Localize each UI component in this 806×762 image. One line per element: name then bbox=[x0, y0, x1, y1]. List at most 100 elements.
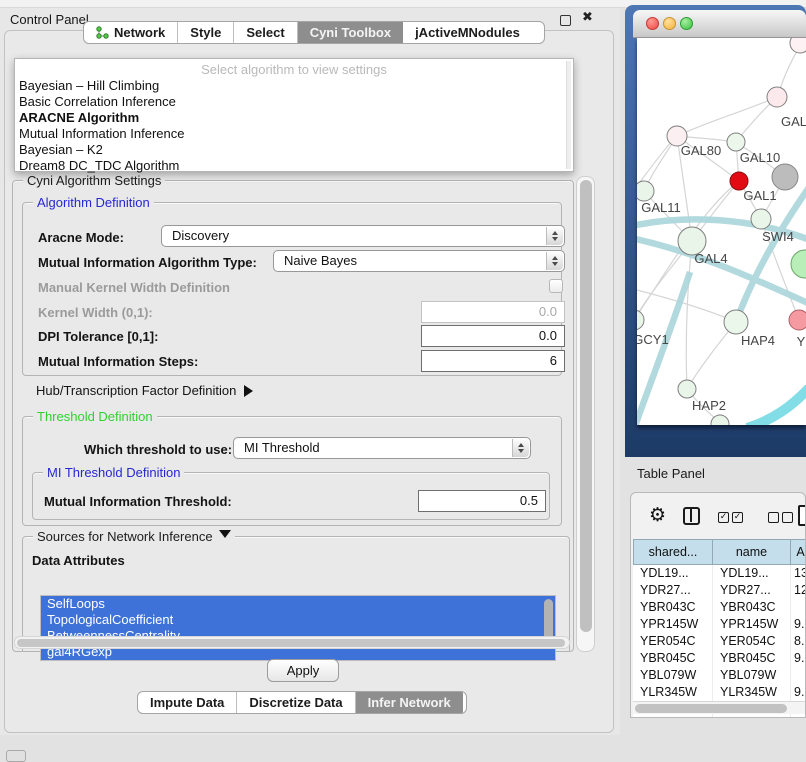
bottom-tabs: Impute Data Discretize Data Infer Networ… bbox=[137, 691, 467, 714]
zoom-traffic-light[interactable] bbox=[680, 17, 693, 30]
node-gal-partial[interactable] bbox=[767, 87, 787, 107]
node-label: GAL bbox=[781, 114, 806, 129]
node-gcy1[interactable] bbox=[637, 310, 644, 330]
tab-impute-data[interactable]: Impute Data bbox=[138, 692, 237, 713]
screen: Control Panel ✖ Network Style Select Cyn… bbox=[0, 0, 806, 762]
dpi-tolerance-label: DPI Tolerance [0,1]: bbox=[38, 329, 158, 344]
attribute-item[interactable]: TopologicalCoefficient bbox=[41, 612, 555, 628]
network-view-window: GAL GAL80 GAL10 GAL1 GAL11 SWI4 GAL4 GCY… bbox=[625, 5, 806, 457]
network-window-titlebar[interactable] bbox=[633, 10, 806, 38]
popup-scrollbar[interactable] bbox=[566, 61, 571, 169]
which-threshold-combo[interactable]: MI Threshold bbox=[233, 437, 531, 459]
column-header[interactable]: A bbox=[791, 539, 806, 565]
algorithm-option[interactable]: Bayesian – K2 bbox=[15, 142, 573, 158]
float-window-icon[interactable] bbox=[560, 15, 571, 26]
mi-threshold-field[interactable]: 0.5 bbox=[418, 490, 546, 512]
apply-button[interactable]: Apply bbox=[267, 659, 339, 682]
table-row[interactable]: YDR27...YDR27...12 bbox=[633, 582, 806, 599]
node-hap2[interactable] bbox=[678, 380, 696, 398]
node-label: Y bbox=[797, 334, 806, 349]
node-label: GCY1 bbox=[637, 332, 669, 347]
table-horizontal-scrollbar[interactable] bbox=[633, 701, 805, 714]
table-panel-header: Table Panel bbox=[625, 460, 806, 488]
settings-vertical-scrollbar[interactable] bbox=[576, 176, 595, 652]
unchecked-checkbox-icon[interactable] bbox=[782, 512, 793, 523]
network-icon bbox=[96, 26, 109, 39]
control-panel-tabs: Network Style Select Cyni Toolbox jActiv… bbox=[83, 21, 545, 44]
tab-discretize-data[interactable]: Discretize Data bbox=[237, 692, 355, 713]
node-label: SWI4 bbox=[762, 229, 794, 244]
node-green-partial[interactable] bbox=[791, 250, 806, 278]
node-hap4[interactable] bbox=[724, 310, 748, 334]
mi-steps-label: Mutual Information Steps: bbox=[38, 354, 198, 369]
checked-checkbox-icon[interactable]: ✓ bbox=[732, 512, 743, 523]
close-traffic-light[interactable] bbox=[646, 17, 659, 30]
document-icon[interactable] bbox=[798, 505, 806, 526]
node[interactable] bbox=[790, 38, 806, 53]
mi-threshold-label: Mutual Information Threshold: bbox=[44, 494, 232, 509]
unchecked-checkbox-icon[interactable] bbox=[768, 512, 779, 523]
algorithm-option[interactable]: Mutual Information Inference bbox=[15, 126, 573, 142]
which-threshold-label: Which threshold to use: bbox=[84, 442, 232, 457]
node-label: HAP2 bbox=[692, 398, 726, 413]
table-row[interactable]: YBR045CYBR045C9. bbox=[633, 650, 806, 667]
attribute-table: shared... name A YDL19...YDL19...13 YDR2… bbox=[633, 539, 806, 718]
tab-infer-network[interactable]: Infer Network bbox=[356, 692, 463, 713]
network-graph: GAL GAL80 GAL10 GAL1 GAL11 SWI4 GAL4 GCY… bbox=[637, 38, 806, 425]
tab-jactivemnodules[interactable]: jActiveMNodules bbox=[403, 22, 532, 43]
data-attributes-label: Data Attributes bbox=[32, 553, 125, 568]
control-panel-title: Control Panel bbox=[10, 12, 89, 27]
mi-steps-field[interactable]: 6 bbox=[421, 350, 565, 372]
node-label: GAL1 bbox=[743, 188, 776, 203]
dpi-tolerance-field[interactable]: 0.0 bbox=[421, 325, 565, 347]
split-pane-icon[interactable] bbox=[683, 507, 700, 525]
network-canvas[interactable]: GAL GAL80 GAL10 GAL1 GAL11 SWI4 GAL4 GCY… bbox=[637, 38, 806, 425]
settings-horizontal-scrollbar[interactable] bbox=[14, 636, 570, 649]
algorithm-option[interactable]: Basic Correlation Inference bbox=[15, 94, 573, 110]
tab-cyni-toolbox[interactable]: Cyni Toolbox bbox=[298, 22, 403, 43]
node-gal11[interactable] bbox=[637, 181, 654, 201]
sources-group-title[interactable]: Sources for Network Inference bbox=[33, 529, 235, 544]
manual-kernel-label: Manual Kernel Width Definition bbox=[38, 280, 230, 295]
table-row[interactable]: YBL079WYBL079W bbox=[633, 667, 806, 684]
table-row[interactable]: YLR345WYLR345W9. bbox=[633, 684, 806, 701]
column-header[interactable]: name bbox=[713, 539, 791, 565]
cyni-algorithm-settings-title: Cyni Algorithm Settings bbox=[23, 173, 165, 188]
combo-arrows-icon bbox=[546, 252, 563, 270]
node-gal10[interactable] bbox=[727, 133, 745, 151]
table-row[interactable]: YDL19...YDL19...13 bbox=[633, 565, 806, 582]
algorithm-definition-title: Algorithm Definition bbox=[33, 195, 154, 210]
attributes-scrollbar[interactable] bbox=[543, 598, 554, 658]
minimize-traffic-light[interactable] bbox=[663, 17, 676, 30]
node-label: GAL4 bbox=[694, 251, 727, 266]
tab-network[interactable]: Network bbox=[84, 22, 178, 43]
node-swi4[interactable] bbox=[751, 209, 771, 229]
table-row[interactable]: YER054CYER054C8. bbox=[633, 633, 806, 650]
close-icon[interactable]: ✖ bbox=[582, 10, 593, 25]
table-row[interactable]: YBR043CYBR043C bbox=[633, 599, 806, 616]
collapse-arrow-icon bbox=[219, 530, 231, 544]
node-label: GAL11 bbox=[641, 200, 681, 215]
attribute-item[interactable]: SelfLoops bbox=[41, 596, 555, 612]
tab-network-label: Network bbox=[114, 25, 165, 40]
algorithm-dropdown-placeholder: Select algorithm to view settings bbox=[15, 59, 573, 78]
node-gray[interactable] bbox=[772, 164, 798, 190]
algorithm-option[interactable]: Dream8 DC_TDC Algorithm bbox=[15, 158, 573, 174]
tab-select[interactable]: Select bbox=[234, 22, 297, 43]
algorithm-option-selected[interactable]: ARACNE Algorithm bbox=[15, 110, 573, 126]
node-label: HAP4 bbox=[741, 333, 775, 348]
algorithm-option[interactable]: Bayesian – Hill Climbing bbox=[15, 78, 573, 94]
node-salmon[interactable] bbox=[789, 310, 806, 330]
mi-type-combo[interactable]: Naive Bayes bbox=[273, 250, 565, 272]
panel-grip[interactable] bbox=[6, 750, 26, 762]
aracne-mode-combo[interactable]: Discovery bbox=[161, 225, 565, 247]
table-row[interactable]: YPR145WYPR145W9. bbox=[633, 616, 806, 633]
kernel-width-field[interactable]: 0.0 bbox=[421, 301, 565, 323]
checked-checkbox-icon[interactable]: ✓ bbox=[718, 512, 729, 523]
gear-icon[interactable]: ⚙ bbox=[649, 504, 666, 526]
manual-kernel-checkbox[interactable] bbox=[549, 279, 563, 293]
tab-style[interactable]: Style bbox=[178, 22, 234, 43]
combo-arrows-icon bbox=[546, 227, 563, 245]
column-header[interactable]: shared... bbox=[633, 539, 713, 565]
hub-definition-expander[interactable]: Hub/Transcription Factor Definition bbox=[36, 383, 259, 398]
